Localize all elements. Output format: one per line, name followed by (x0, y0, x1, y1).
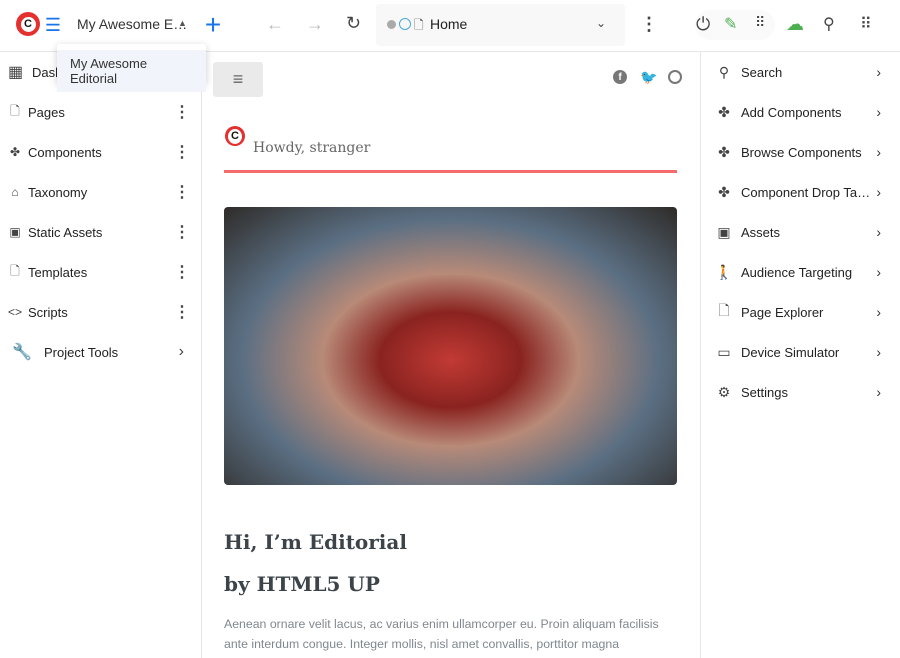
page-search-icon: 🗋 (718, 302, 730, 318)
subheading: by HTML5 UP (224, 572, 380, 596)
more-vert-icon[interactable]: ⋮ (174, 222, 190, 242)
page-preview: ≡ f 🐦 C Howdy, stranger Hi, I’m Editoria… (203, 52, 700, 658)
puzzle-icon: ✤ (718, 103, 730, 120)
page-icon: 🗋 (414, 18, 424, 32)
preview-menu-button[interactable]: ≡ (213, 62, 263, 97)
right-sidebar: ⚲ Search › ✤ Add Components › ✤ Browse Compon… (700, 52, 900, 658)
sidebar-item-templates[interactable]: 🗋 Templates ⋮ (0, 252, 202, 292)
puzzle-icon: ✤ (9, 145, 21, 159)
strawberries-image (224, 207, 677, 485)
chevron-right-icon: › (876, 184, 881, 200)
page-icon: 🗋 (10, 103, 20, 118)
forward-arrow-icon[interactable]: → (306, 14, 324, 35)
greeting: Howdy, stranger (253, 140, 371, 156)
tool-search[interactable]: ⚲ Search › (701, 52, 900, 92)
left-sidebar: ▦Dashboard 🗋Pages⋮ ✤Components⋮ ⌂Taxonom… (0, 52, 202, 658)
info-icon (399, 18, 411, 30)
more-vert-icon[interactable]: ⋮ (174, 302, 190, 322)
apps-grid-icon[interactable]: ⠿ (860, 14, 872, 34)
tool-audience-targeting[interactable]: 🚶 Audience Targeting › (701, 252, 900, 292)
hamburger-menu-icon[interactable]: ☰ (43, 15, 63, 35)
puzzle-icon: ✤ (718, 183, 730, 200)
search-icon: ⚲ (718, 63, 730, 80)
devices-icon: ▭ (717, 343, 731, 360)
body-paragraph: Aenean ornare velit lacus, ac varius eni… (224, 617, 659, 658)
site-selector[interactable]: My Awesome E… (77, 16, 187, 32)
chevron-right-icon: › (876, 264, 881, 280)
crafter-logo[interactable]: C (16, 12, 40, 36)
person-icon: 🚶 (715, 263, 733, 280)
address-text: Home (430, 16, 468, 32)
more-vert-icon[interactable]: ⋮ (174, 102, 190, 122)
caret-up-icon[interactable]: ▲ (178, 18, 187, 28)
refresh-icon[interactable]: ↻ (346, 13, 361, 34)
tool-browse-components[interactable]: ✤ Browse Components › (701, 132, 900, 172)
sidebar-item-project-tools[interactable]: 🔧 Project Tools › (0, 332, 202, 372)
tool-add-components[interactable]: ✤ Add Components › (701, 92, 900, 132)
tool-component-drop-targets[interactable]: ✤ Component Drop Ta… › (701, 172, 900, 212)
sidebar-item-taxonomy[interactable]: ⌂ Taxonomy ⋮ (0, 172, 202, 212)
chevron-right-icon[interactable]: › (179, 343, 184, 361)
back-arrow-icon[interactable]: ← (266, 14, 284, 35)
chevron-right-icon: › (876, 344, 881, 360)
more-vert-icon[interactable]: ⋮ (640, 14, 658, 35)
dropdown-item[interactable]: My Awesome Editorial (57, 50, 206, 92)
wrench-icon: 🔧 (12, 344, 32, 361)
crafter-logo: C (225, 126, 245, 146)
search-icon[interactable]: ⚲ (823, 14, 835, 34)
chevron-right-icon: › (876, 224, 881, 240)
drag-grid-icon[interactable]: ⠿ (755, 14, 765, 31)
tag-icon: ⌂ (11, 185, 19, 199)
image-icon: ▣ (717, 223, 731, 240)
sidebar-item-scripts[interactable]: <> Scripts ⋮ (0, 292, 202, 332)
status-dot-icon (387, 20, 396, 29)
add-icon[interactable]: + (201, 9, 225, 40)
facebook-icon[interactable]: f (613, 70, 627, 84)
heading: Hi, I’m Editorial (224, 530, 407, 554)
twitter-icon[interactable]: 🐦 (640, 69, 657, 86)
sidebar-item-static-assets[interactable]: ▣ Static Assets ⋮ (0, 212, 202, 252)
github-icon[interactable] (668, 70, 682, 84)
more-vert-icon[interactable]: ⋮ (174, 142, 190, 162)
file-icon: 🗋 (10, 263, 20, 278)
sidebar-item-pages[interactable]: 🗋 Pages ⋮ (0, 92, 202, 132)
chevron-right-icon: › (876, 384, 881, 400)
tool-settings[interactable]: ⚙ Settings › (701, 372, 900, 412)
gear-icon: ⚙ (717, 383, 731, 400)
site-dropdown: My Awesome Editorial (57, 44, 206, 92)
chevron-down-icon[interactable]: ⌄ (596, 16, 606, 30)
code-icon: <> (8, 305, 23, 319)
more-vert-icon[interactable]: ⋮ (174, 262, 190, 282)
cloud-upload-icon[interactable]: ☁ (786, 14, 804, 35)
power-icon[interactable]: ⏻ (696, 14, 710, 35)
tool-assets[interactable]: ▣ Assets › (701, 212, 900, 252)
chevron-right-icon: › (876, 304, 881, 320)
sidebar-item-components[interactable]: ✤ Components ⋮ (0, 132, 202, 172)
chevron-right-icon: › (876, 104, 881, 120)
more-vert-icon[interactable]: ⋮ (174, 182, 190, 202)
chevron-right-icon: › (876, 144, 881, 160)
pencil-icon[interactable]: ✎ (724, 14, 737, 34)
image-icon: ▣ (9, 225, 21, 239)
chevron-right-icon: › (876, 64, 881, 80)
header-divider (224, 170, 677, 173)
tool-device-simulator[interactable]: ▭ Device Simulator › (701, 332, 900, 372)
puzzle-icon: ✤ (718, 143, 730, 160)
dashboard-icon: ▦ (8, 64, 24, 81)
tool-page-explorer[interactable]: 🗋 Page Explorer › (701, 292, 900, 332)
